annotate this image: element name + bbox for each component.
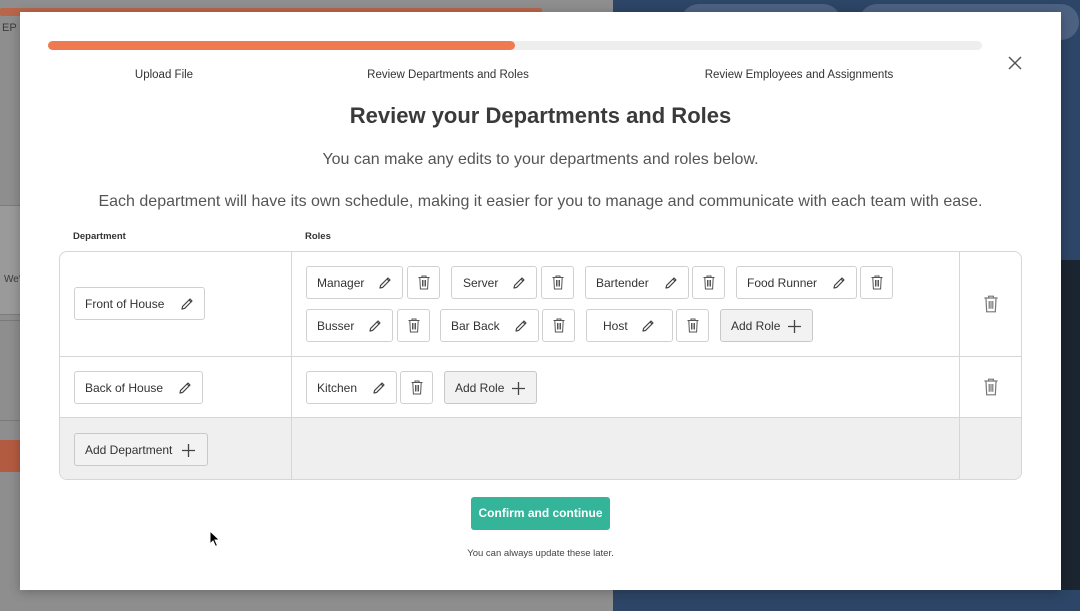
role-chip-bar-back[interactable]: Bar Back xyxy=(440,309,539,342)
department-name: Front of House xyxy=(85,297,165,311)
plus-icon xyxy=(788,320,801,333)
confirm-and-continue-button[interactable]: Confirm and continue xyxy=(471,497,610,530)
role-name: Host xyxy=(603,319,628,333)
background-panel xyxy=(0,205,20,315)
page-subtitle: You can make any edits to your departmen… xyxy=(322,151,759,168)
pencil-icon[interactable] xyxy=(367,318,383,334)
pencil-icon[interactable] xyxy=(511,275,527,291)
role-name: Bar Back xyxy=(451,319,500,333)
role-chip-server[interactable]: Server xyxy=(451,266,537,299)
role-chip-kitchen[interactable]: Kitchen xyxy=(306,371,397,404)
step-upload-file: Upload File xyxy=(134,69,194,81)
department-column-header: Department xyxy=(73,231,126,242)
departments-table: Front of House Manager Server Bartender … xyxy=(59,251,1022,480)
department-chip-front-of-house[interactable]: Front of House xyxy=(74,287,205,320)
trash-icon xyxy=(687,318,699,333)
roles-column-header: Roles xyxy=(305,231,331,242)
role-name: Busser xyxy=(317,319,355,333)
pencil-icon[interactable] xyxy=(640,318,656,334)
footer-note: You can always update these later. xyxy=(467,548,614,559)
delete-role-button[interactable] xyxy=(397,309,430,342)
role-chip-manager[interactable]: Manager xyxy=(306,266,403,299)
delete-role-button[interactable] xyxy=(542,309,575,342)
delete-role-button[interactable] xyxy=(860,266,893,299)
delete-role-button[interactable] xyxy=(676,309,709,342)
plus-icon xyxy=(512,382,525,395)
trash-icon xyxy=(408,318,420,333)
role-chip-busser[interactable]: Busser xyxy=(306,309,393,342)
delete-department-trash-icon[interactable] xyxy=(983,295,999,313)
background-divider xyxy=(0,420,20,421)
delete-role-button[interactable] xyxy=(692,266,725,299)
trash-icon xyxy=(552,275,564,290)
page-title: Review your Departments and Roles xyxy=(349,103,732,128)
role-name: Food Runner xyxy=(747,276,818,290)
role-chip-host[interactable]: Host xyxy=(586,309,673,342)
background-button xyxy=(0,440,22,472)
delete-department-trash-icon[interactable] xyxy=(983,378,999,396)
progress-bar xyxy=(48,41,982,50)
background-text: We' xyxy=(4,274,21,285)
add-department-button[interactable]: Add Department xyxy=(74,433,208,466)
pencil-icon[interactable] xyxy=(513,318,529,334)
trash-icon xyxy=(553,318,565,333)
pencil-icon[interactable] xyxy=(663,275,679,291)
close-button[interactable] xyxy=(1003,52,1027,76)
department-name: Back of House xyxy=(85,381,164,395)
role-chip-food-runner[interactable]: Food Runner xyxy=(736,266,857,299)
trash-icon xyxy=(418,275,430,290)
import-wizard-modal: Upload File Review Departments and Roles… xyxy=(20,12,1061,590)
progress-fill xyxy=(48,41,515,50)
trash-icon xyxy=(411,380,423,395)
pencil-icon[interactable] xyxy=(371,380,387,396)
pencil-icon[interactable] xyxy=(177,380,193,396)
cursor-icon xyxy=(209,530,221,548)
step-review-employees: Review Employees and Assignments xyxy=(704,69,894,81)
background-divider xyxy=(0,320,20,321)
role-name: Kitchen xyxy=(317,381,358,395)
trash-icon xyxy=(871,275,883,290)
delete-role-button[interactable] xyxy=(541,266,574,299)
department-chip-back-of-house[interactable]: Back of House xyxy=(74,371,203,404)
add-role-button[interactable]: Add Role xyxy=(720,309,813,342)
trash-icon xyxy=(703,275,715,290)
role-name: Manager xyxy=(317,276,365,290)
pencil-icon[interactable] xyxy=(179,296,195,312)
add-role-button[interactable]: Add Role xyxy=(444,371,537,404)
step-review-departments: Review Departments and Roles xyxy=(367,69,529,81)
plus-icon xyxy=(182,444,195,457)
role-chip-bartender[interactable]: Bartender xyxy=(585,266,689,299)
close-icon xyxy=(1008,56,1022,70)
delete-role-button[interactable] xyxy=(400,371,433,404)
role-name: Server xyxy=(463,276,499,290)
department-row xyxy=(60,357,1021,418)
pencil-icon[interactable] xyxy=(377,275,393,291)
delete-role-button[interactable] xyxy=(407,266,440,299)
role-name: Bartender xyxy=(596,276,649,290)
page-description: Each department will have its own schedu… xyxy=(98,193,983,210)
pencil-icon[interactable] xyxy=(831,275,847,291)
